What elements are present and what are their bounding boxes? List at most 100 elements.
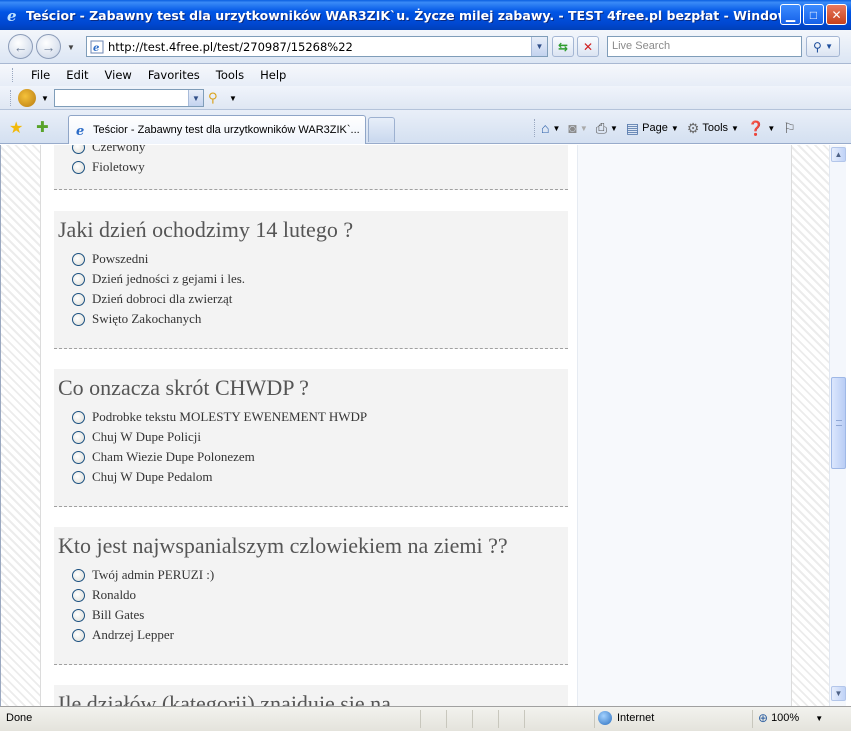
page-menu-label[interactable]: Page <box>642 122 668 134</box>
radio-button[interactable] <box>72 430 85 444</box>
toolbar-addon-icon[interactable] <box>18 89 36 107</box>
print-dropdown[interactable]: ▼ <box>610 124 618 133</box>
recent-pages-dropdown[interactable]: ▼ <box>67 43 75 52</box>
menu-help[interactable]: Help <box>252 68 294 82</box>
answer-option[interactable]: Powszedni <box>54 249 568 269</box>
home-dropdown[interactable]: ▼ <box>552 124 560 133</box>
search-options-dropdown[interactable]: ▼ <box>825 42 833 51</box>
answer-option[interactable]: Podrobke tekstu MOLESTY EWENEMENT HWDP <box>54 407 568 427</box>
answer-option[interactable]: Twój admin PERUZI :) <box>54 565 568 585</box>
page-dropdown[interactable]: ▼ <box>671 124 679 133</box>
feeds-dropdown[interactable]: ▼ <box>580 124 588 133</box>
radio-button[interactable] <box>72 292 85 306</box>
gear-icon[interactable]: ⚙ <box>687 120 700 137</box>
menu-tools[interactable]: Tools <box>208 68 252 82</box>
zoom-control[interactable]: ⊕ 100% ▼ <box>758 711 823 725</box>
print-icon[interactable]: ⎙ <box>596 120 607 137</box>
answer-option[interactable]: Chuj W Dupe Pedalom <box>54 467 568 487</box>
answer-option[interactable]: Dzień dobroci dla zwierząt <box>54 289 568 309</box>
addon-toolbar: ▼ ▼ ⚲ ▼ <box>0 86 851 110</box>
address-bar[interactable]: e http://test.4free.pl/test/270987/15268… <box>86 36 548 57</box>
scroll-up-button[interactable]: ▲ <box>831 147 846 162</box>
answer-option[interactable]: Czerwony <box>54 145 568 157</box>
question-title: Ile działów (kategorii) znajduje się na <box>58 691 391 706</box>
tools-menu-label[interactable]: Tools <box>702 122 728 134</box>
answer-option[interactable]: Cham Wiezie Dupe Polonezem <box>54 447 568 467</box>
answer-option[interactable]: Bill Gates <box>54 605 568 625</box>
answer-label: Ronaldo <box>92 587 137 602</box>
status-divider <box>446 710 447 728</box>
status-divider <box>472 710 473 728</box>
search-button[interactable]: ⚲ ▼ <box>806 36 840 57</box>
zoom-level: 100% <box>771 712 800 724</box>
new-tab-button[interactable] <box>368 117 395 142</box>
answer-label: Swięto Zakochanych <box>92 311 202 326</box>
security-zone[interactable]: Internet <box>598 711 654 725</box>
refresh-button[interactable]: ⇆ <box>552 36 574 57</box>
stop-button[interactable]: ✕ <box>577 36 599 57</box>
research-icon[interactable]: ⚐ <box>783 120 796 137</box>
radio-button[interactable] <box>72 252 85 266</box>
toolbar-grip[interactable] <box>12 68 15 82</box>
combo-dropdown-button[interactable]: ▼ <box>188 90 203 106</box>
answer-label: Chuj W Dupe Policji <box>92 429 201 444</box>
toolbar-grip[interactable] <box>10 90 13 106</box>
home-icon[interactable]: ⌂ <box>541 120 549 136</box>
radio-button[interactable] <box>72 145 85 154</box>
radio-button[interactable] <box>72 588 85 602</box>
radio-button[interactable] <box>72 160 85 174</box>
answer-option[interactable]: Swięto Zakochanych <box>54 309 568 329</box>
close-button[interactable]: ✕ <box>826 4 847 25</box>
zoom-dropdown[interactable]: ▼ <box>815 714 823 723</box>
help-icon[interactable]: ❓ <box>747 120 764 137</box>
radio-button[interactable] <box>72 628 85 642</box>
add-favorites-icon[interactable]: ✚ <box>36 118 49 136</box>
address-url[interactable]: http://test.4free.pl/test/270987/15268%2… <box>108 40 353 54</box>
back-arrow-icon: ← <box>13 38 28 55</box>
answer-label: Dzień jedności z gejami i les. <box>92 271 246 286</box>
vertical-scrollbar[interactable]: ▲ ▼ <box>829 145 846 706</box>
favorites-star-icon[interactable]: ★ <box>9 118 23 138</box>
radio-button[interactable] <box>72 470 85 484</box>
tools-dropdown[interactable]: ▼ <box>731 124 739 133</box>
toolbar-search-combo[interactable]: ▼ <box>54 89 204 107</box>
question-block: Jaki dzień ochodzimy 14 lutego ? Powszed… <box>54 211 568 349</box>
search-input[interactable]: Live Search <box>607 36 802 57</box>
scroll-thumb[interactable] <box>831 377 846 469</box>
answer-option[interactable]: Ronaldo <box>54 585 568 605</box>
radio-button[interactable] <box>72 568 85 582</box>
help-dropdown[interactable]: ▼ <box>767 124 775 133</box>
forward-arrow-icon: → <box>41 38 56 55</box>
radio-button[interactable] <box>72 312 85 326</box>
answer-option[interactable]: Fioletowy <box>54 157 568 177</box>
menu-favorites[interactable]: Favorites <box>140 68 208 82</box>
radio-button[interactable] <box>72 272 85 286</box>
page-menu-icon[interactable]: ▤ <box>626 120 639 137</box>
answer-option[interactable]: Andrzej Lepper <box>54 625 568 645</box>
menu-view[interactable]: View <box>97 68 140 82</box>
key-search-dropdown[interactable]: ▼ <box>229 94 237 103</box>
scroll-down-button[interactable]: ▼ <box>831 686 846 701</box>
addon-dropdown[interactable]: ▼ <box>41 94 49 103</box>
question-title: Co onzacza skrót CHWDP ? <box>58 375 309 400</box>
forward-button[interactable]: → <box>36 34 61 59</box>
menu-edit[interactable]: Edit <box>58 68 96 82</box>
maximize-button[interactable]: □ <box>803 4 824 25</box>
tab-active[interactable]: e Teścior - Zabawny test dla urzytkownik… <box>68 115 366 144</box>
answer-option[interactable]: Chuj W Dupe Policji <box>54 427 568 447</box>
radio-button[interactable] <box>72 608 85 622</box>
answer-label: Andrzej Lepper <box>92 627 174 642</box>
radio-button[interactable] <box>72 410 85 424</box>
menu-file[interactable]: File <box>23 68 58 82</box>
feeds-icon[interactable]: ◙ <box>568 120 576 136</box>
radio-button[interactable] <box>72 450 85 464</box>
tab-bar: ★ ✚ e Teścior - Zabawny test dla urzytko… <box>0 110 851 144</box>
answer-option[interactable]: Dzień jedności z gejami i les. <box>54 269 568 289</box>
main-column: Czerwony Fioletowy Jaki dzień ochodzimy … <box>41 145 577 706</box>
back-button[interactable]: ← <box>8 34 33 59</box>
status-divider <box>594 710 595 728</box>
minimize-button[interactable]: ▁ <box>780 4 801 25</box>
key-search-icon[interactable]: ⚲ <box>208 90 218 106</box>
address-dropdown-button[interactable]: ▼ <box>531 37 547 56</box>
question-block: Kto jest najwspanialszym czlowiekiem na … <box>54 527 568 665</box>
